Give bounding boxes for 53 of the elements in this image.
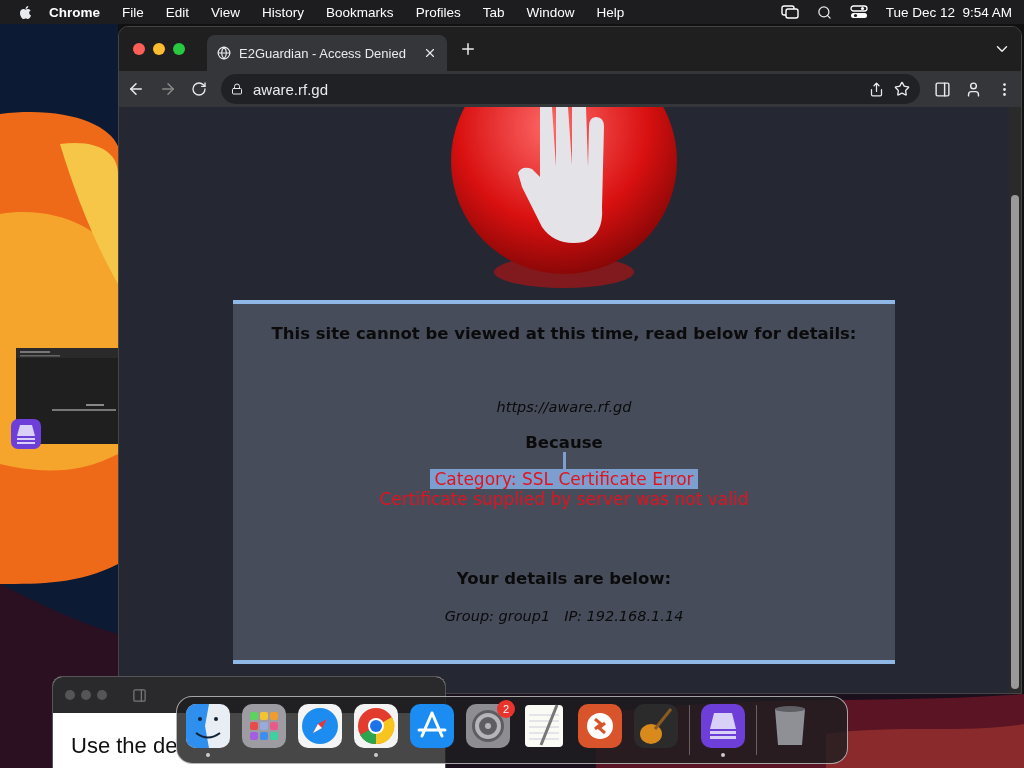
block-reason: Certificate supplied by server was not valid (379, 489, 749, 509)
sidebar-icon[interactable] (132, 687, 147, 703)
control-center-icon[interactable] (849, 5, 868, 19)
share-icon[interactable] (869, 81, 884, 97)
back-icon[interactable] (127, 80, 145, 98)
address-bar[interactable]: aware.rf.gd (221, 74, 920, 104)
menu-item[interactable]: History (262, 4, 305, 20)
menu-item[interactable]: Window (526, 4, 575, 20)
because-label: Because (525, 433, 603, 452)
clock: Tue Dec 12 9:54 AM (885, 4, 1012, 20)
guitar-icon[interactable] (633, 703, 679, 749)
zoom-window-button[interactable] (173, 43, 185, 55)
menu-item[interactable]: Chrome (49, 4, 100, 20)
side-panel-icon[interactable] (934, 80, 951, 98)
details-heading: Your details are below: (456, 569, 672, 588)
lock-icon (231, 83, 243, 95)
notification-badge: 2 (497, 700, 515, 718)
browser-tab[interactable]: E2Guardian - Access Denied (207, 35, 447, 71)
drive-stack-icon[interactable] (700, 703, 746, 749)
app-grid-icon[interactable] (241, 703, 287, 749)
block-heading: This site cannot be viewed at this time, read below for details: (271, 324, 857, 343)
chrome-logo-icon[interactable] (353, 703, 399, 749)
new-tab-icon[interactable] (459, 40, 477, 58)
app-store-icon[interactable] (409, 703, 455, 749)
menu-item[interactable]: Edit (165, 4, 190, 20)
menu-item[interactable]: File (122, 4, 144, 20)
minimize-window-button[interactable] (153, 43, 165, 55)
page-text: Use the de (71, 733, 178, 759)
remote-desktop-icon[interactable] (577, 703, 623, 749)
globe-icon (217, 46, 231, 60)
forward-icon[interactable] (159, 80, 177, 98)
blocked-url: https://aware.rf.gd (496, 399, 632, 415)
menu-item[interactable]: View (211, 4, 241, 20)
screen-mirroring-icon[interactable] (780, 5, 799, 19)
compass-icon[interactable] (297, 703, 343, 749)
gear-icon[interactable] (465, 703, 511, 749)
search-icon[interactable] (816, 4, 832, 20)
scrollbar[interactable] (1009, 107, 1021, 693)
drive-stack-icon[interactable] (10, 418, 42, 450)
close-icon[interactable] (423, 46, 437, 60)
menu-item[interactable]: Bookmarks (326, 4, 394, 20)
close-window-button[interactable] (133, 43, 145, 55)
apple-logo-icon[interactable] (18, 4, 33, 20)
block-category: Category: SSL Certificate Error (430, 469, 698, 489)
smiling-face-icon[interactable] (185, 703, 231, 749)
menu-item[interactable]: Profiles (415, 4, 461, 20)
ip-text: IP: 192.168.1.14 (564, 608, 684, 624)
star-icon[interactable] (894, 81, 910, 97)
reload-icon[interactable] (191, 81, 207, 97)
menu-item[interactable]: Tab (482, 4, 505, 20)
group-text: Group: group1 (444, 608, 551, 624)
menu-item[interactable]: Help (596, 4, 625, 20)
profile-icon[interactable] (965, 80, 982, 98)
